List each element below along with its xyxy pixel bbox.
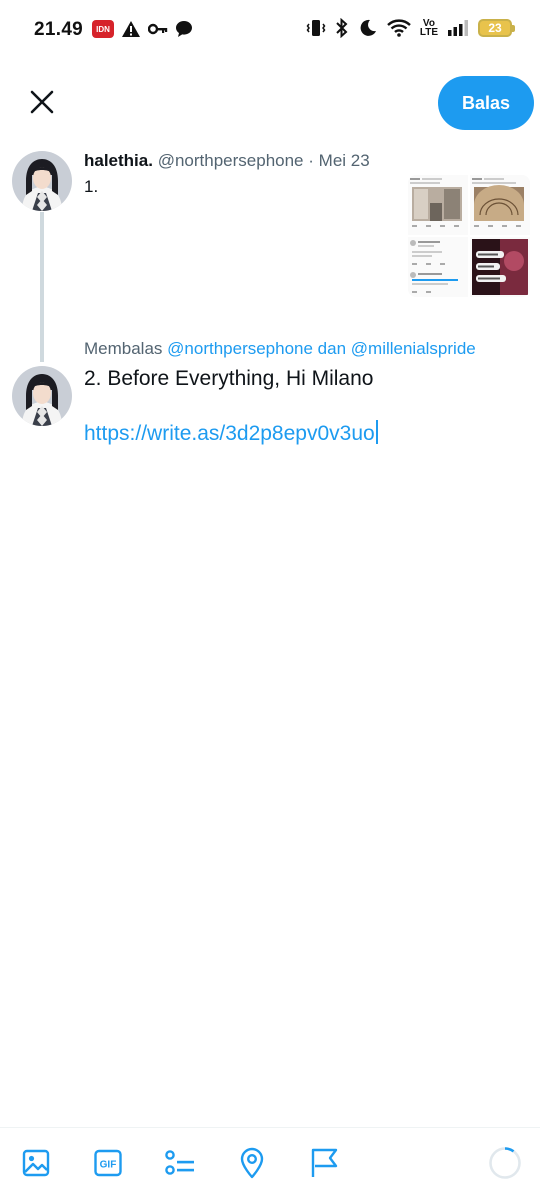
- status-left-icons: IDN: [92, 20, 193, 38]
- flag-icon: [311, 1148, 338, 1177]
- avatar[interactable]: [12, 366, 72, 426]
- idn-app-icon: IDN: [92, 20, 114, 38]
- status-time: 21.49: [34, 19, 84, 40]
- warning-icon: [122, 21, 140, 37]
- add-poll-button[interactable]: [163, 1146, 197, 1180]
- replying-handles[interactable]: @northpersephone dan @millenialspride: [167, 339, 476, 358]
- character-count-progress: [489, 1147, 521, 1179]
- media-thumbnail[interactable]: [470, 237, 530, 297]
- volte-bottom: LTE: [419, 27, 438, 38]
- compose-link[interactable]: https://write.as/3d2p8epv0v3uo: [84, 422, 375, 445]
- volte-indicator: Vo LTE: [419, 19, 438, 38]
- key-icon: [148, 23, 168, 35]
- gif-icon: GIF: [94, 1149, 122, 1177]
- compose-text[interactable]: 2. Before Everything, Hi Milano: [84, 367, 373, 391]
- tweet-text: 1.: [84, 177, 99, 196]
- bluetooth-icon: [336, 18, 348, 38]
- display-name[interactable]: halethia.: [84, 151, 153, 170]
- avatar[interactable]: [12, 151, 72, 211]
- close-button[interactable]: [22, 82, 62, 122]
- status-bar: 21.49 IDN Vo LTE 23: [0, 0, 540, 62]
- avatar-image: [12, 151, 72, 211]
- thread-line: [40, 212, 44, 362]
- location-icon: [240, 1147, 264, 1179]
- reply-button[interactable]: Balas: [438, 76, 534, 130]
- replying-prefix: Membalas: [84, 339, 163, 358]
- separator: ·: [308, 151, 314, 170]
- image-icon: [22, 1149, 50, 1177]
- add-location-button[interactable]: [235, 1146, 269, 1180]
- flag-button[interactable]: [307, 1146, 341, 1180]
- add-gif-button[interactable]: GIF: [91, 1146, 125, 1180]
- media-thumbnail[interactable]: [408, 175, 468, 235]
- battery-indicator: 23: [478, 19, 515, 37]
- signal-icon: [448, 20, 468, 36]
- text-cursor: [375, 420, 378, 444]
- media-grid[interactable]: [408, 175, 530, 297]
- chat-bubble-icon: [176, 21, 192, 37]
- vibrate-icon: [306, 20, 326, 36]
- moon-icon: [360, 19, 376, 36]
- close-icon: [30, 90, 54, 114]
- avatar-image: [12, 366, 72, 426]
- media-thumbnail[interactable]: [470, 175, 530, 235]
- tweet-date: Mei 23: [318, 151, 370, 170]
- poll-icon: [165, 1150, 194, 1175]
- gif-label: GIF: [100, 1160, 117, 1171]
- media-thumbnail[interactable]: [408, 237, 468, 297]
- add-image-button[interactable]: [19, 1146, 53, 1180]
- compose-toolbar: GIF: [0, 1127, 540, 1201]
- handle[interactable]: @northpersephone: [158, 151, 304, 170]
- status-right-icons: Vo LTE 23: [306, 18, 515, 38]
- compose-link-line[interactable]: https://write.as/3d2p8epv0v3uo: [84, 420, 378, 446]
- tweet-header: halethia. @northpersephone · Mei 23: [84, 151, 370, 171]
- wifi-icon: [387, 19, 411, 37]
- progress-track: [489, 1147, 521, 1179]
- replying-to[interactable]: Membalas @northpersephone dan @millenial…: [84, 339, 476, 359]
